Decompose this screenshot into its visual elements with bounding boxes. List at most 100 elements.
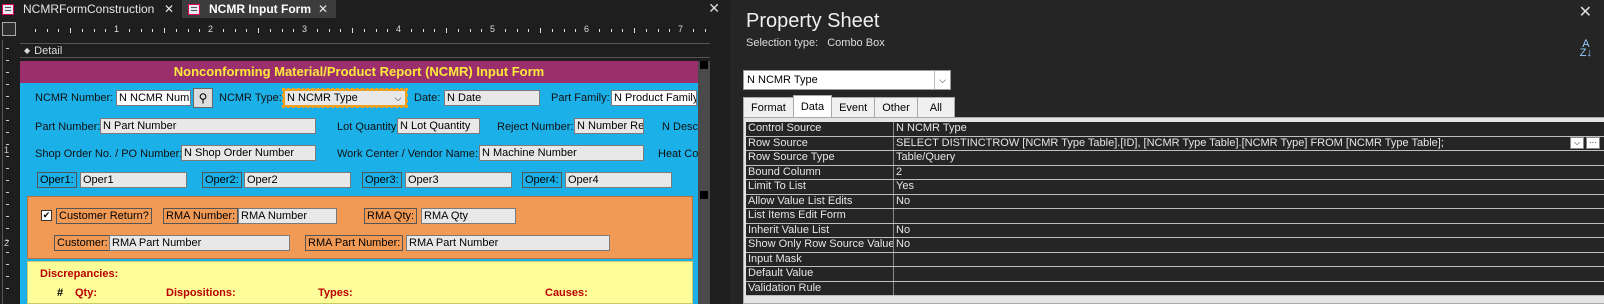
- column-header[interactable]: #: [57, 287, 63, 299]
- property-row[interactable]: Limit To List Yes: [746, 180, 1604, 195]
- close-icon[interactable]: ✕: [1579, 2, 1592, 22]
- oper1-label[interactable]: Oper1:: [37, 172, 77, 188]
- property-row[interactable]: Control Source N NCMR Type: [746, 122, 1604, 137]
- ruler-tick: [6, 144, 9, 145]
- rma-number-label[interactable]: RMA Number:: [163, 208, 239, 224]
- work-center-field[interactable]: N Machine Number: [479, 145, 644, 161]
- ncmr-type-label[interactable]: NCMR Type:: [219, 92, 282, 104]
- form-icon: [188, 3, 200, 15]
- customer-field[interactable]: RMA Part Number: [109, 235, 290, 251]
- ruler-tick: [575, 29, 577, 32]
- ncmr-number-label[interactable]: NCMR Number:: [35, 92, 113, 104]
- builder-ellipsis-icon[interactable]: ···: [1586, 136, 1600, 149]
- lot-quantity-label[interactable]: Lot Quantity:: [337, 121, 399, 133]
- property-value[interactable]: [894, 252, 1604, 266]
- property-value[interactable]: No: [894, 194, 1604, 208]
- shop-order-label[interactable]: Shop Order No. / PO Number:: [35, 148, 182, 160]
- column-header[interactable]: Dispositions:: [166, 287, 236, 299]
- lot-quantity-field[interactable]: N Lot Quantity: [397, 118, 480, 134]
- customer-return-checkbox[interactable]: ✔: [41, 210, 52, 221]
- vertical-scrollbar[interactable]: [714, 18, 730, 304]
- shop-order-field[interactable]: N Shop Order Number: [181, 145, 316, 161]
- tab-ncmr-input-form[interactable]: NCMR Input Form: [182, 0, 336, 18]
- property-row[interactable]: Input Mask: [746, 252, 1604, 267]
- oper4-field[interactable]: Oper4: [565, 172, 672, 188]
- date-label[interactable]: Date:: [414, 92, 440, 104]
- property-value[interactable]: No: [894, 238, 1604, 252]
- chevron-down-icon[interactable]: ⌵: [1570, 136, 1584, 149]
- work-center-label[interactable]: Work Center / Vendor Name:: [337, 148, 478, 160]
- part-number-field[interactable]: N Part Number: [100, 118, 316, 134]
- close-tab-icon[interactable]: ✕: [318, 0, 328, 18]
- form-selector[interactable]: [2, 22, 16, 36]
- binoculars-icon[interactable]: ⚲: [193, 88, 213, 108]
- rma-qty-field[interactable]: RMA Qty: [421, 208, 516, 224]
- property-row[interactable]: Row Source Type Table/Query: [746, 151, 1604, 166]
- form-icon: [2, 3, 14, 15]
- property-value[interactable]: SELECT DISTINCTROW [NCMR Type Table].[ID…: [894, 136, 1604, 150]
- chevron-down-icon[interactable]: ⌵: [392, 92, 404, 104]
- reject-number-field[interactable]: N Number Rej: [574, 118, 644, 134]
- oper2-field[interactable]: Oper2: [244, 172, 351, 188]
- property-value[interactable]: [894, 209, 1604, 223]
- close-tab-icon[interactable]: ✕: [164, 0, 174, 18]
- property-row[interactable]: List Items Edit Form: [746, 209, 1604, 224]
- form-title[interactable]: Nonconforming Material/Product Report (N…: [20, 61, 698, 83]
- part-number-label[interactable]: Part Number:: [35, 121, 100, 133]
- heat-code-label[interactable]: Heat Co: [658, 148, 698, 160]
- rma-number-field[interactable]: RMA Number: [238, 208, 337, 224]
- close-icon[interactable]: ✕: [708, 0, 720, 17]
- property-value[interactable]: Yes: [894, 180, 1604, 194]
- part-family-field[interactable]: N Product Family: [611, 90, 697, 106]
- customer-return-label[interactable]: Customer Return?: [56, 208, 152, 224]
- property-value[interactable]: Table/Query: [894, 151, 1604, 165]
- rma-part-number-label[interactable]: RMA Part Number:: [305, 235, 404, 251]
- column-header[interactable]: Causes:: [545, 287, 588, 299]
- oper2-label[interactable]: Oper2:: [202, 172, 242, 188]
- ruler-tick: [6, 96, 9, 97]
- ncmr-number-field[interactable]: N NCMR Numb: [116, 90, 191, 106]
- horizontal-ruler: 1 2 3 4 5 6 7: [20, 22, 715, 38]
- resize-handle[interactable]: [700, 61, 708, 69]
- tab-data[interactable]: Data: [792, 95, 833, 117]
- tab-ncmrformconstruction[interactable]: NCMRFormConstruction: [0, 0, 162, 18]
- column-header[interactable]: Qty:: [75, 287, 97, 299]
- property-value[interactable]: [894, 267, 1604, 281]
- tab-all[interactable]: All: [916, 97, 955, 117]
- rma-part-number-field[interactable]: RMA Part Number: [406, 235, 610, 251]
- property-row[interactable]: Validation Rule: [746, 281, 1604, 296]
- property-row[interactable]: Inherit Value List No: [746, 223, 1604, 238]
- tab-event[interactable]: Event: [831, 97, 876, 117]
- resize-handle[interactable]: [700, 191, 708, 199]
- property-row[interactable]: Row Source SELECT DISTINCTROW [NCMR Type…: [746, 136, 1604, 151]
- property-value[interactable]: N NCMR Type: [894, 122, 1604, 136]
- reject-number-label[interactable]: Reject Number:: [497, 121, 573, 133]
- oper3-field[interactable]: Oper3: [405, 172, 512, 188]
- discrepancies-label[interactable]: Discrepancies:: [40, 268, 118, 280]
- property-row[interactable]: Default Value: [746, 267, 1604, 282]
- ncmr-type-combo[interactable]: N NCMR Type ⌵: [282, 88, 408, 108]
- oper3-label[interactable]: Oper3:: [362, 172, 402, 188]
- property-row[interactable]: Bound Column 2: [746, 165, 1604, 180]
- property-value[interactable]: [894, 281, 1604, 295]
- ruler-tick: [93, 29, 95, 32]
- sort-az-icon[interactable]: A Z↓: [1580, 39, 1592, 59]
- rma-qty-label[interactable]: RMA Qty:: [364, 208, 418, 224]
- date-field[interactable]: N Date: [444, 90, 540, 106]
- property-row[interactable]: Allow Value List Edits No: [746, 194, 1604, 209]
- oper1-field[interactable]: Oper1: [80, 172, 187, 188]
- property-row[interactable]: Show Only Row Source Values No: [746, 238, 1604, 253]
- chevron-down-icon[interactable]: ⌵: [934, 71, 950, 89]
- property-value[interactable]: No: [894, 223, 1604, 237]
- oper4-label[interactable]: Oper4:: [522, 172, 562, 188]
- ruler-tick: [6, 276, 9, 277]
- tab-other[interactable]: Other: [874, 97, 918, 117]
- part-family-label[interactable]: Part Family:: [551, 92, 610, 104]
- column-header[interactable]: Types:: [318, 287, 353, 299]
- object-selector[interactable]: N NCMR Type ⌵: [743, 70, 951, 90]
- customer-label[interactable]: Customer:: [54, 235, 111, 251]
- description-label[interactable]: N Desc: [662, 121, 698, 133]
- detail-section-bar[interactable]: ◆ Detail: [20, 43, 710, 58]
- tab-format[interactable]: Format: [743, 97, 794, 117]
- property-value[interactable]: 2: [894, 165, 1604, 179]
